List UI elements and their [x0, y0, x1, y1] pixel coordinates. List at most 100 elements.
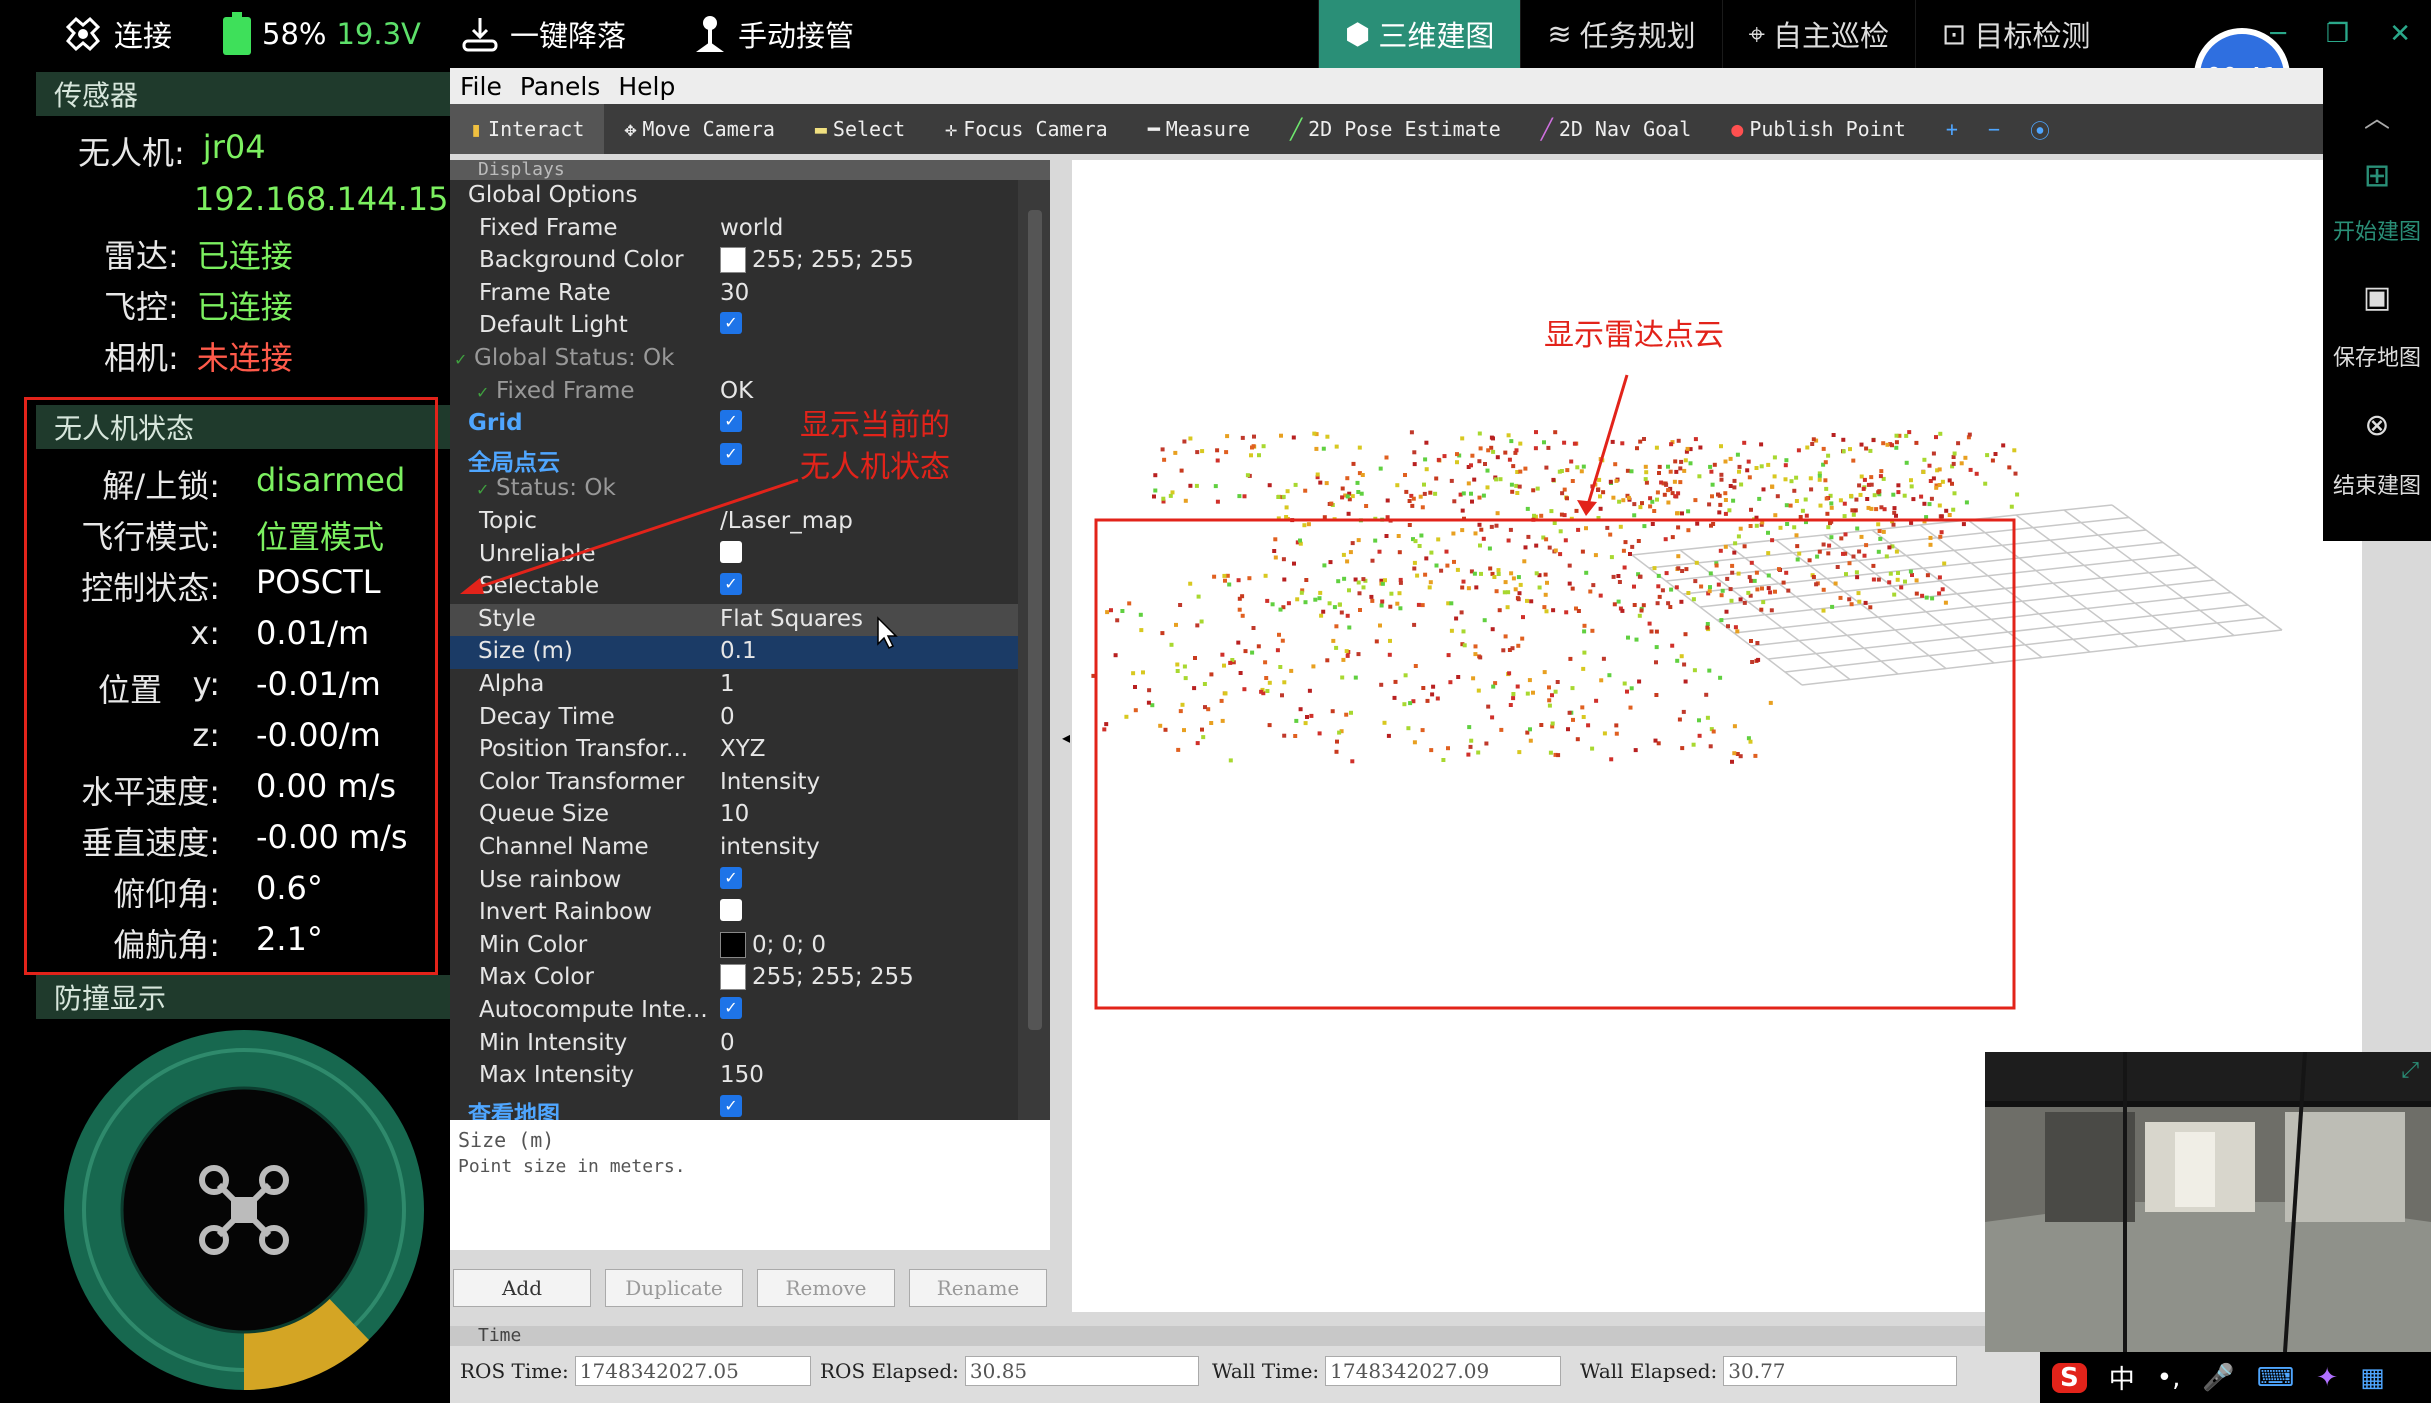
- tree-scrollbar[interactable]: [1028, 210, 1042, 1030]
- tool-focus-camera[interactable]: ✛ Focus Camera: [925, 104, 1128, 154]
- tab-patrol[interactable]: ⌖ 自主巡检: [1721, 0, 1915, 68]
- color-swatch[interactable]: [720, 931, 746, 958]
- display-row[interactable]: Default Light ✓: [450, 310, 1018, 343]
- row-value-cell[interactable]: 0: [720, 1030, 735, 1056]
- display-row[interactable]: Size (m) 0.1: [450, 636, 1018, 670]
- display-row[interactable]: Min Intensity 0: [450, 1028, 1018, 1061]
- close-icon[interactable]: ✕: [2389, 19, 2411, 49]
- expand-icon[interactable]: ⤢: [2401, 1058, 2419, 1083]
- tool-nav-goal[interactable]: ╱ 2D Nav Goal: [1521, 104, 1712, 154]
- row-value-cell[interactable]: ✓: [720, 866, 742, 889]
- row-value-cell[interactable]: ✓: [720, 1094, 742, 1117]
- row-value-cell[interactable]: ✓: [720, 410, 742, 433]
- add-button[interactable]: Add: [453, 1269, 591, 1307]
- display-row[interactable]: Max Color 255; 255; 255: [450, 962, 1018, 995]
- row-value-cell[interactable]: ✓: [720, 312, 742, 335]
- duplicate-button[interactable]: Duplicate: [605, 1269, 743, 1307]
- menu-file[interactable]: File: [460, 72, 502, 101]
- checkbox-checked[interactable]: ✓: [720, 997, 742, 1019]
- ros-elapsed-value[interactable]: 30.85: [964, 1356, 1199, 1386]
- checkbox-checked[interactable]: ✓: [720, 312, 742, 335]
- camera-feed[interactable]: ⤢: [1985, 1052, 2431, 1352]
- row-value-cell[interactable]: 255; 255; 255: [720, 964, 914, 991]
- keyboard-icon[interactable]: ⌨: [2257, 1363, 2295, 1393]
- row-value-cell[interactable]: 1: [720, 671, 735, 697]
- ime-lang[interactable]: 中: [2109, 1359, 2135, 1396]
- row-value-cell[interactable]: 0.1: [720, 638, 757, 664]
- collapse-left-icon[interactable]: ◂: [1062, 728, 1070, 747]
- ros-time-value[interactable]: 1748342027.05: [574, 1356, 811, 1386]
- color-swatch[interactable]: [720, 964, 746, 991]
- display-row[interactable]: Decay Time 0: [450, 702, 1018, 735]
- eye-icon[interactable]: ⦿: [2030, 115, 2050, 144]
- row-value-cell[interactable]: 255; 255; 255: [720, 247, 914, 274]
- row-value-cell[interactable]: 0; 0; 0: [720, 931, 826, 958]
- row-value-cell[interactable]: 10: [720, 801, 749, 827]
- row-value-cell[interactable]: 150: [720, 1062, 764, 1088]
- tab-3d-mapping[interactable]: ⬢ 三维建图: [1318, 0, 1521, 68]
- one-key-land-button[interactable]: 一键降落: [460, 0, 626, 68]
- remove-button[interactable]: Remove: [757, 1269, 895, 1307]
- display-row[interactable]: Alpha 1: [450, 669, 1018, 702]
- menu-help[interactable]: Help: [618, 72, 675, 101]
- wall-elapsed-value[interactable]: 30.77: [1723, 1356, 1958, 1386]
- sogou-icon[interactable]: S: [2052, 1362, 2087, 1393]
- add-tool-icon[interactable]: +: [1946, 117, 1958, 141]
- tool-move-camera[interactable]: ✥ Move Camera: [604, 104, 795, 154]
- mic-icon[interactable]: 🎤: [2202, 1363, 2234, 1393]
- tool-select[interactable]: ▬ Select: [795, 104, 925, 154]
- row-value-cell[interactable]: intensity: [720, 834, 820, 860]
- remove-tool-icon[interactable]: −: [1988, 117, 2000, 141]
- row-value-cell[interactable]: XYZ: [720, 736, 766, 762]
- tab-mission-planning[interactable]: ≋ 任务规划: [1520, 0, 1721, 68]
- display-row[interactable]: Max Intensity 150: [450, 1060, 1018, 1093]
- checkbox-checked[interactable]: ✓: [720, 410, 742, 433]
- save-map-button[interactable]: 保存地图: [2323, 340, 2431, 372]
- end-mapping-button[interactable]: 结束建图: [2323, 468, 2431, 500]
- tool-measure[interactable]: ━ Measure: [1128, 104, 1270, 154]
- row-value-cell[interactable]: ✓: [720, 442, 742, 465]
- menu-panels[interactable]: Panels: [520, 72, 600, 101]
- display-row[interactable]: Autocompute Inte... ✓: [450, 995, 1018, 1028]
- skin-icon[interactable]: ✦: [2316, 1363, 2338, 1393]
- checkbox-checked[interactable]: ✓: [720, 1094, 742, 1117]
- display-row[interactable]: Min Color 0; 0; 0: [450, 930, 1018, 963]
- display-row[interactable]: Use rainbow ✓: [450, 865, 1018, 898]
- display-row[interactable]: Channel Name intensity: [450, 832, 1018, 865]
- display-row[interactable]: Invert Rainbow: [450, 897, 1018, 930]
- display-row[interactable]: ✓ Fixed Frame OK: [450, 376, 1018, 409]
- tool-pose-estimate[interactable]: ╱ 2D Pose Estimate: [1270, 104, 1521, 154]
- toolbox-icon[interactable]: ▦: [2360, 1363, 2385, 1393]
- checkbox-checked[interactable]: ✓: [720, 442, 742, 465]
- display-row[interactable]: Position Transfor... XYZ: [450, 734, 1018, 767]
- start-mapping-button[interactable]: 开始建图: [2323, 214, 2431, 246]
- row-value-cell[interactable]: Intensity: [720, 769, 820, 795]
- row-value-cell[interactable]: 0: [720, 704, 735, 730]
- row-value-cell[interactable]: [720, 899, 742, 922]
- display-row[interactable]: Queue Size 10: [450, 799, 1018, 832]
- row-value-cell[interactable]: world: [720, 215, 783, 241]
- tool-interact[interactable]: ▮ Interact: [450, 104, 605, 154]
- punctuation-icon[interactable]: •,: [2157, 1363, 2181, 1393]
- maximize-icon[interactable]: ❐: [2326, 19, 2349, 49]
- display-row[interactable]: ✓ Global Status: Ok: [450, 343, 1018, 376]
- checkbox-checked[interactable]: ✓: [720, 866, 742, 889]
- tool-publish-point[interactable]: ● Publish Point: [1711, 104, 1926, 154]
- rename-button[interactable]: Rename: [909, 1269, 1047, 1307]
- row-value-cell[interactable]: ✓: [720, 997, 742, 1019]
- manual-takeover-button[interactable]: 手动接管: [692, 0, 854, 68]
- display-row[interactable]: Color Transformer Intensity: [450, 767, 1018, 800]
- display-row[interactable]: Fixed Frame world: [450, 213, 1018, 246]
- row-value: 1: [720, 671, 735, 697]
- wall-time-value[interactable]: 1748342027.09: [1325, 1356, 1562, 1386]
- connect-button[interactable]: 连接: [62, 0, 172, 68]
- tab-detection[interactable]: ⊡ 目标检测: [1915, 0, 2116, 68]
- row-value-cell[interactable]: 30: [720, 280, 749, 306]
- display-row[interactable]: Global Options: [450, 180, 1018, 213]
- row-value-cell[interactable]: OK: [720, 378, 753, 404]
- collapse-up-icon[interactable]: ︿: [2323, 98, 2431, 135]
- display-row[interactable]: Frame Rate 30: [450, 278, 1018, 311]
- color-swatch[interactable]: [720, 247, 746, 274]
- display-row[interactable]: Background Color 255; 255; 255: [450, 245, 1018, 278]
- checkbox-unchecked[interactable]: [720, 899, 742, 922]
